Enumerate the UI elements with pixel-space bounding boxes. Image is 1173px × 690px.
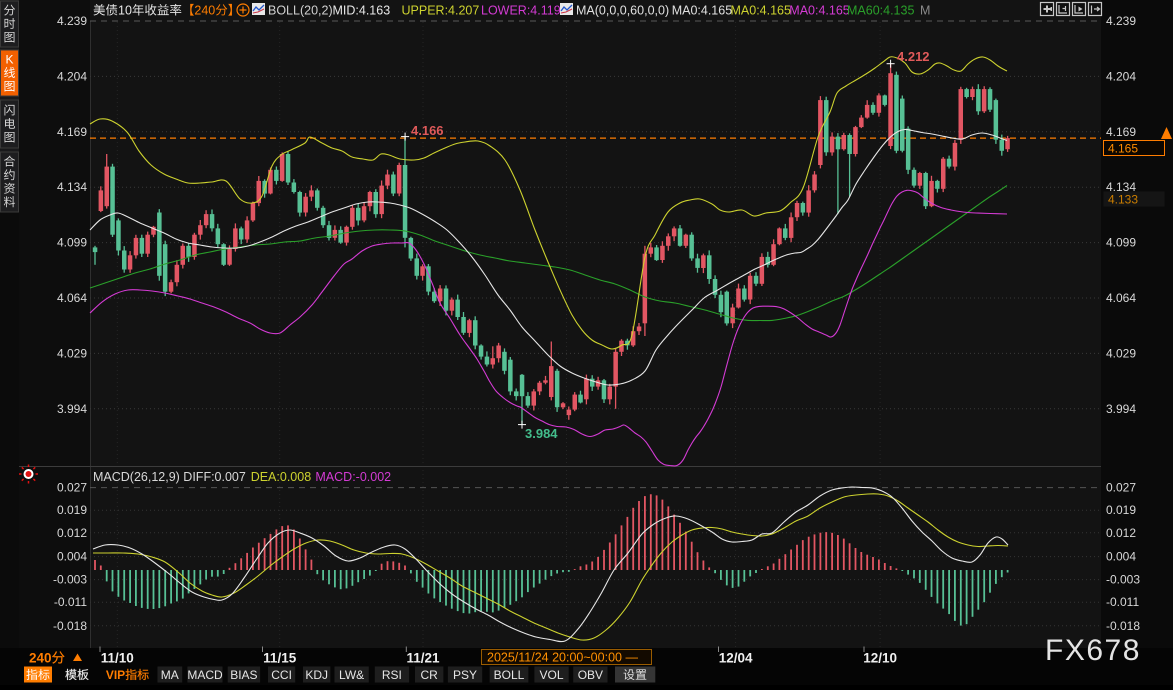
svg-text:4.064: 4.064 [1106, 291, 1136, 305]
svg-text:MA0:4.165: MA0:4.165 [672, 4, 733, 18]
svg-text:KDJ: KDJ [305, 668, 328, 682]
svg-text:K: K [6, 53, 14, 67]
svg-text:240: 240 [29, 651, 52, 666]
svg-text:4.212: 4.212 [897, 49, 930, 64]
svg-text:MA(0,0,0,60,0,0): MA(0,0,0,60,0,0) [576, 4, 669, 18]
svg-text:4.169: 4.169 [57, 125, 87, 139]
svg-text:-0.003: -0.003 [1106, 573, 1140, 587]
svg-text:MACD:-0.002: MACD:-0.002 [315, 470, 391, 484]
svg-text:OBV: OBV [578, 668, 603, 682]
svg-text:4.029: 4.029 [57, 346, 87, 360]
svg-text:4.166: 4.166 [411, 123, 444, 138]
svg-text:M: M [920, 4, 930, 18]
svg-text:MACD: MACD [187, 668, 223, 682]
svg-text:0.004: 0.004 [1106, 550, 1136, 564]
svg-text:RSI: RSI [382, 668, 402, 682]
svg-text:2025/11/24 20:00~00:00 —: 2025/11/24 20:00~00:00 — [487, 651, 638, 665]
svg-text:LW&: LW& [339, 668, 364, 682]
svg-text:4.239: 4.239 [1106, 14, 1136, 28]
svg-text:4.064: 4.064 [57, 291, 87, 305]
svg-text:MACD(26,12,9) DIFF:0.007: MACD(26,12,9) DIFF:0.007 [93, 470, 246, 484]
svg-text:10: 10 [118, 4, 132, 18]
svg-text:PSY: PSY [453, 668, 477, 682]
svg-text:FX678: FX678 [1045, 634, 1141, 667]
svg-text:4.165: 4.165 [1108, 142, 1138, 156]
svg-text:4.099: 4.099 [57, 236, 87, 250]
svg-text:VIP: VIP [106, 668, 125, 682]
svg-text:12/10: 12/10 [863, 651, 897, 666]
svg-text:4.239: 4.239 [57, 14, 87, 28]
svg-text:MID:4.163: MID:4.163 [333, 4, 391, 18]
svg-text:MA0:4.165: MA0:4.165 [731, 4, 792, 18]
svg-text:3.994: 3.994 [57, 402, 87, 416]
svg-text:0.027: 0.027 [1106, 481, 1136, 495]
svg-text:BOLL(20,2): BOLL(20,2) [268, 4, 333, 18]
svg-text:0.027: 0.027 [57, 481, 87, 495]
svg-text:0.004: 0.004 [57, 550, 87, 564]
svg-text:4.204: 4.204 [57, 69, 87, 83]
svg-text:3.994: 3.994 [1106, 402, 1136, 416]
svg-text:0.012: 0.012 [57, 526, 87, 540]
svg-text:4.204: 4.204 [1106, 69, 1136, 83]
svg-text:CCI: CCI [271, 668, 292, 682]
svg-text:UPPER:4.207: UPPER:4.207 [402, 4, 480, 18]
svg-text:4.169: 4.169 [1106, 125, 1136, 139]
svg-text:-0.018: -0.018 [53, 619, 87, 633]
svg-text:-0.018: -0.018 [1106, 619, 1140, 633]
svg-text:BOLL: BOLL [494, 668, 525, 682]
svg-text:4.134: 4.134 [57, 180, 87, 194]
svg-text:-0.003: -0.003 [53, 573, 87, 587]
svg-text:0.019: 0.019 [1106, 503, 1136, 517]
svg-text:VOL: VOL [539, 668, 563, 682]
svg-text:11/10: 11/10 [101, 651, 134, 666]
svg-text:MA0:4.165: MA0:4.165 [789, 4, 850, 18]
svg-text:MA60:4.135: MA60:4.135 [847, 4, 914, 18]
svg-text:-0.011: -0.011 [54, 595, 87, 609]
svg-text:CR: CR [421, 668, 439, 682]
svg-text:-0.011: -0.011 [1106, 595, 1139, 609]
svg-text:12/04: 12/04 [719, 651, 753, 666]
svg-text:4.133: 4.133 [1108, 193, 1138, 207]
svg-text:DEA:0.008: DEA:0.008 [251, 470, 312, 484]
svg-text:BIAS: BIAS [230, 668, 257, 682]
svg-text:11/21: 11/21 [406, 651, 440, 666]
svg-text:4.099: 4.099 [1106, 236, 1136, 250]
svg-text:0.012: 0.012 [1106, 526, 1136, 540]
svg-text:3.984: 3.984 [525, 426, 558, 441]
svg-text:240: 240 [194, 4, 215, 18]
svg-text:0.019: 0.019 [57, 503, 87, 517]
svg-text:4.029: 4.029 [1106, 346, 1136, 360]
svg-text:11/15: 11/15 [263, 651, 297, 666]
svg-text:MA: MA [161, 668, 179, 682]
svg-text:LOWER:4.119: LOWER:4.119 [481, 4, 561, 18]
